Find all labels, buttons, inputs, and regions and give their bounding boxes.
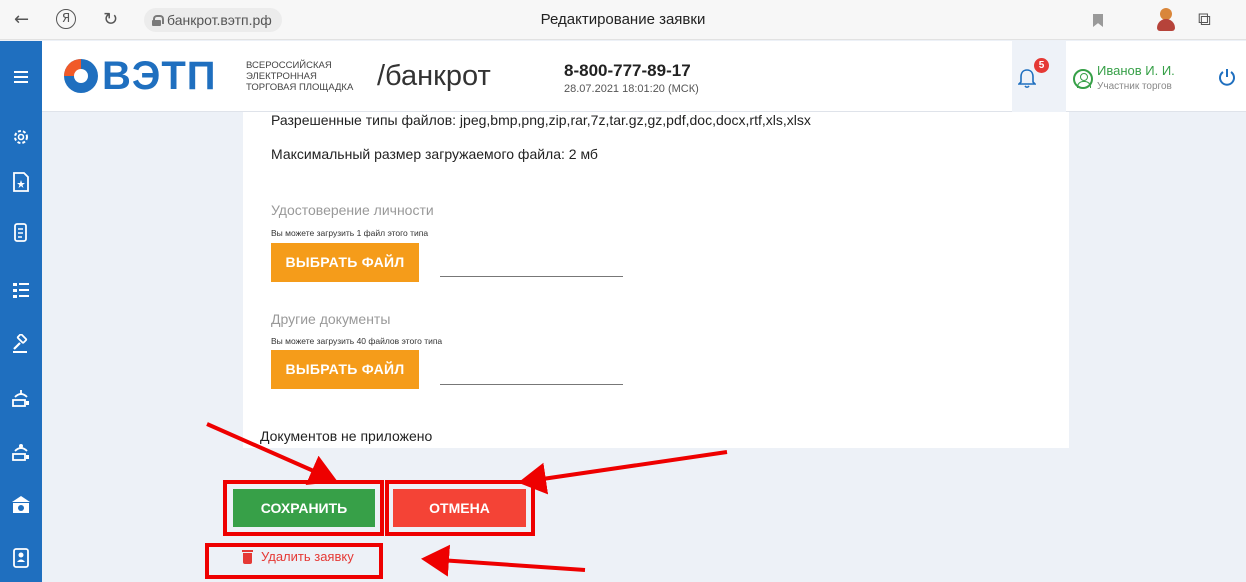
file-name-field-other-docs (440, 384, 623, 385)
logo-text: ВЭТП (102, 54, 217, 98)
reload-icon[interactable]: ↻ (103, 8, 118, 32)
delete-application-label: Удалить заявку (261, 549, 354, 564)
section-title[interactable]: /банкрот (377, 58, 491, 94)
gavel-icon (13, 334, 28, 353)
settings-icon (14, 130, 28, 144)
user-role: Участник торгов (1097, 81, 1172, 92)
bookmark-icon[interactable] (1093, 14, 1103, 27)
allowed-file-types: Разрешенные типы файлов: jpeg,bmp,png,zi… (271, 112, 811, 128)
url-text: банкрот.вэтп.рф (167, 12, 272, 28)
sidebar-item-documents[interactable] (0, 162, 42, 202)
logo-icon (64, 59, 98, 93)
choose-file-button-other-docs[interactable]: ВЫБРАТЬ ФАЙЛ (271, 350, 419, 389)
trash-icon (242, 549, 253, 564)
notification-badge: 5 (1034, 58, 1049, 73)
puzzle-icon[interactable]: ⧉ (1198, 8, 1211, 32)
section-title-other-docs: Другие документы (271, 311, 391, 327)
phone-number: 8-800-777-89-17 (564, 61, 691, 80)
user-name[interactable]: Иванов И. И. (1097, 63, 1175, 78)
section-title-identity: Удостоверение личности (271, 202, 434, 218)
back-icon[interactable]: ← (14, 8, 29, 32)
arrow-to-delete (421, 544, 586, 577)
auction-alt-icon (12, 444, 29, 461)
address-bar[interactable]: банкрот.вэтп.рф (144, 8, 282, 32)
contacts-icon (13, 548, 29, 568)
document-star-icon (13, 172, 29, 192)
power-icon[interactable] (1218, 68, 1236, 86)
list-icon (13, 283, 29, 298)
scroll-icon (14, 223, 27, 242)
max-file-size: Максимальный размер загружаемого файла: … (271, 146, 598, 162)
section-note-other-docs: Вы можете загрузить 40 файлов этого типа (271, 336, 443, 346)
bell-icon[interactable] (1018, 69, 1036, 89)
sidebar-item-trades[interactable] (0, 324, 42, 364)
delete-application-link[interactable]: Удалить заявку (242, 549, 354, 564)
save-button[interactable]: СОХРАНИТЬ (233, 489, 375, 527)
sidebar-item-bank[interactable] (0, 485, 42, 525)
server-datetime: 28.07.2021 18:01:20 (МСК) (564, 83, 699, 95)
menu-button[interactable] (0, 41, 42, 112)
no-documents-text: Документов не приложено (260, 428, 433, 444)
logo-subtitle: всероссийская электронная торговая площа… (246, 60, 354, 93)
sidebar-item-lists[interactable] (0, 271, 42, 311)
app-header: ВЭТП всероссийская электронная торговая … (0, 41, 1246, 112)
choose-file-button-identity[interactable]: ВЫБРАТЬ ФАЙЛ (271, 243, 419, 282)
sidebar-item-contracts[interactable] (0, 213, 42, 253)
auction-icon (12, 390, 29, 407)
sidebar-item-auctions[interactable] (0, 378, 42, 418)
arrow-to-cancel (518, 450, 728, 495)
bank-icon (12, 496, 30, 513)
sidebar-item-contacts[interactable] (0, 538, 42, 578)
section-note-identity: Вы можете загрузить 1 файл этого типа (271, 228, 429, 238)
browser-toolbar: ← Я ↻ банкрот.вэтп.рф Редактирование зая… (0, 0, 1246, 40)
user-icon[interactable] (1073, 69, 1093, 89)
file-name-field-identity (440, 276, 623, 277)
yandex-icon[interactable]: Я (56, 9, 76, 29)
hamburger-icon (14, 70, 28, 83)
lock-icon (152, 14, 164, 26)
sidebar (0, 112, 42, 582)
sidebar-item-settings[interactable] (0, 117, 42, 157)
extension-avatar-icon[interactable] (1155, 8, 1177, 32)
cancel-button[interactable]: ОТМЕНА (393, 489, 526, 527)
sidebar-item-auctions-alt[interactable] (0, 432, 42, 472)
